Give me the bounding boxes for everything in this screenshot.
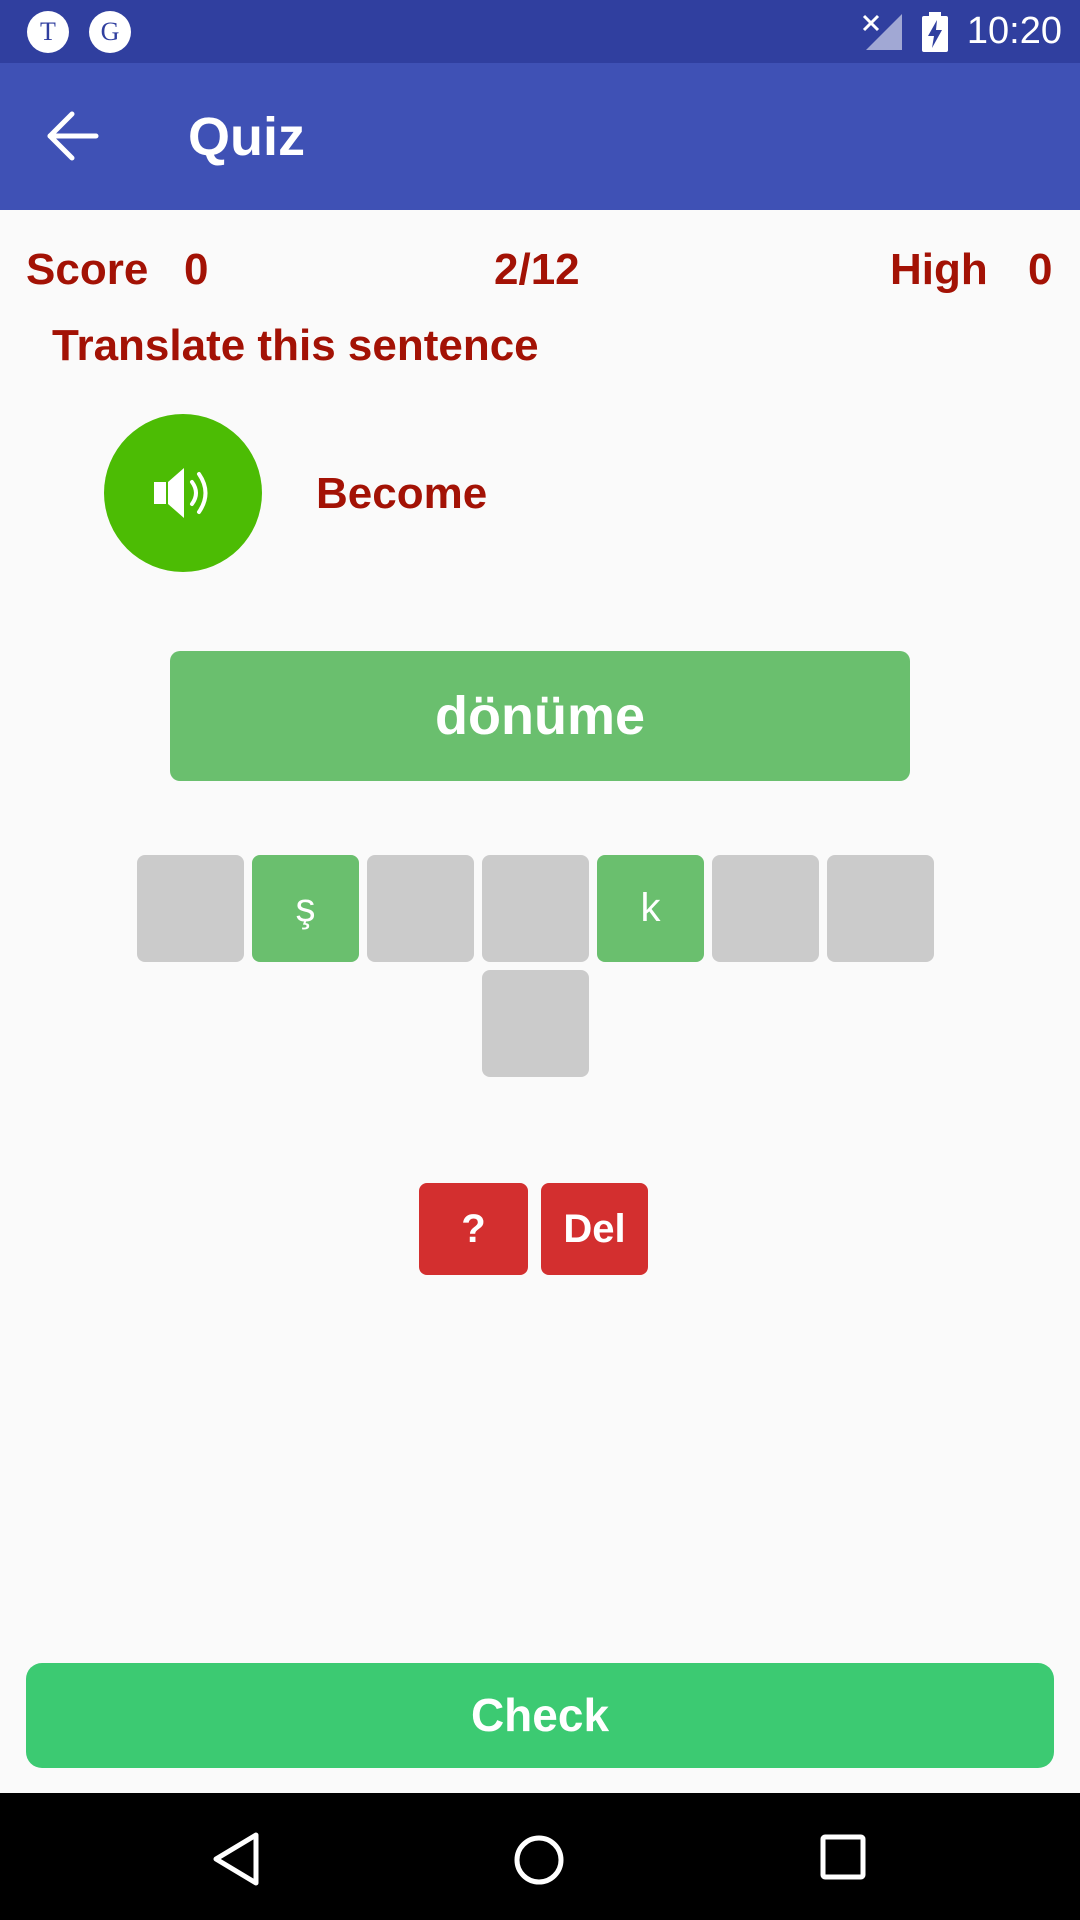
question-progress: 2/12 [494,245,580,294]
app-bar [0,63,1080,210]
g-notification-icon: G [89,11,131,53]
nav-back-icon[interactable] [212,1832,262,1886]
t-notification-icon: T [27,11,69,53]
letter-tile[interactable]: ş [252,855,359,962]
score-value: 0 [184,245,209,294]
letter-tile[interactable] [482,855,589,962]
letter-tile[interactable] [137,855,244,962]
score-label: Score [26,245,149,294]
letter-tile[interactable] [712,855,819,962]
word-to-translate: Become [316,469,488,518]
high-score-value: 0 [1028,245,1053,294]
page-title: Quiz [188,107,305,167]
check-button[interactable]: Check [26,1663,1054,1768]
letter-tile[interactable] [367,855,474,962]
speaker-icon [154,468,208,518]
letter-tile[interactable]: k [597,855,704,962]
back-arrow-icon[interactable] [44,108,104,164]
letter-tile[interactable] [482,970,589,1077]
status-time: 10:20 [966,10,1062,52]
speaker-button[interactable] [104,414,262,572]
battery-charging-icon [922,12,948,52]
nav-home-icon[interactable] [512,1833,566,1887]
signal-no-service-icon [862,14,902,50]
hint-button[interactable]: ? [419,1183,528,1275]
answer-display: dönüme [170,651,910,781]
status-bar [0,0,1080,63]
instruction-text: Translate this sentence [52,321,539,370]
nav-recents-icon[interactable] [820,1834,866,1880]
letter-tile[interactable] [827,855,934,962]
high-score-label: High [890,245,988,294]
delete-button[interactable]: Del [541,1183,648,1275]
